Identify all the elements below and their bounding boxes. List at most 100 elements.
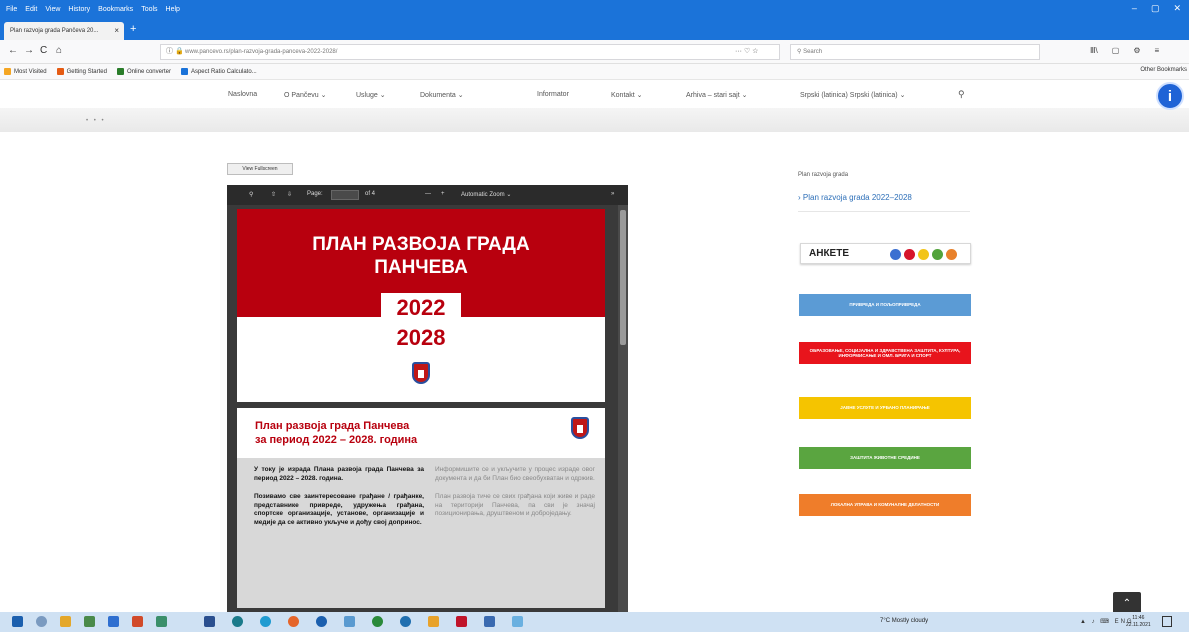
nav-kontakt[interactable]: Kontakt ⌄ bbox=[611, 91, 643, 99]
converter-icon bbox=[116, 68, 124, 75]
survey-button-social[interactable]: ОБРАЗОВАЊЕ, СОЦИЈАЛНА И ЗДРАВСТВЕНА ЗАШТ… bbox=[799, 342, 971, 364]
close-tab-icon[interactable]: × bbox=[114, 26, 119, 35]
survey-button-local-government[interactable]: ЛОКАЛНА УПРАВА И КОМУНАЛНЕ ДЕЛАТНОСТИ bbox=[799, 494, 971, 516]
library-icon[interactable]: Ⅲ\ bbox=[1090, 46, 1098, 55]
menu-file[interactable]: File bbox=[6, 6, 17, 13]
pdf-page-input[interactable] bbox=[331, 190, 359, 200]
app-icon[interactable] bbox=[260, 616, 271, 627]
app-icon[interactable] bbox=[484, 616, 495, 627]
extensions-icon[interactable]: ⚙ bbox=[1133, 46, 1140, 55]
gear-icon bbox=[4, 68, 11, 75]
menu-edit[interactable]: Edit bbox=[25, 6, 37, 13]
coat-of-arms-icon bbox=[412, 362, 430, 384]
page2-right-column: Информишите се и укључите у процес израд… bbox=[435, 466, 595, 529]
app-icon[interactable] bbox=[132, 616, 143, 627]
nav-informator[interactable]: Informator bbox=[537, 91, 569, 98]
bookmarks-bar: Most Visited Getting Started Online conv… bbox=[0, 64, 1189, 80]
app-icon[interactable] bbox=[372, 616, 383, 627]
app-icon[interactable] bbox=[512, 616, 523, 627]
search-placeholder: Search bbox=[803, 49, 823, 55]
forward-icon[interactable]: → bbox=[24, 45, 34, 56]
nav-usluge[interactable]: Usluge ⌄ bbox=[356, 91, 386, 99]
ankete-banner[interactable]: АНКЕТЕ bbox=[800, 243, 971, 264]
page2-title: План развоја града Панчева за период 202… bbox=[255, 419, 555, 447]
nav-arhiva[interactable]: Arhiva – stari sajt ⌄ bbox=[686, 91, 748, 99]
back-icon[interactable]: ← bbox=[8, 45, 18, 56]
other-bookmarks[interactable]: Other Bookmarks bbox=[1140, 67, 1187, 73]
bookmark-online-converter[interactable]: Online converter bbox=[116, 68, 171, 75]
menu-bookmarks[interactable]: Bookmarks bbox=[98, 6, 133, 13]
tab-strip: Plan razvoja grada Pančeva 20... × + bbox=[0, 18, 1189, 40]
app-icon[interactable] bbox=[156, 616, 167, 627]
clock[interactable]: 11:46 22.11.2021 bbox=[1126, 615, 1151, 629]
menu-help[interactable]: Help bbox=[166, 6, 180, 13]
maximize-button[interactable]: ▢ bbox=[1151, 3, 1160, 14]
pdf-zoom-out-icon[interactable]: — bbox=[425, 191, 431, 197]
weather-widget[interactable]: 7°C Mostly cloudy bbox=[880, 618, 928, 624]
menu-view[interactable]: View bbox=[45, 6, 60, 13]
nav-language[interactable]: Srpski (latinica) Srpski (latinica) ⌄ bbox=[800, 91, 905, 99]
tab-title: Plan razvoja grada Pančeva 20... bbox=[10, 28, 99, 34]
pdf-next-page-icon[interactable]: ⇩ bbox=[287, 191, 292, 198]
survey-button-environment[interactable]: ЗАШТИТА ЖИВОТНЕ СРЕДИНЕ bbox=[799, 447, 971, 469]
pdf-prev-page-icon[interactable]: ⇧ bbox=[271, 191, 276, 198]
app-icon[interactable] bbox=[400, 616, 411, 627]
app-icon[interactable] bbox=[232, 616, 243, 627]
hamburger-menu-icon[interactable]: ≡ bbox=[1154, 46, 1159, 55]
app-icon[interactable] bbox=[344, 616, 355, 627]
site-search-icon[interactable]: ⚲ bbox=[958, 89, 965, 100]
nav-naslovna[interactable]: Naslovna bbox=[228, 91, 257, 98]
nav-dokumenta[interactable]: Dokumenta ⌄ bbox=[420, 91, 464, 99]
app-icon[interactable] bbox=[108, 616, 119, 627]
pdf-toolbar: ⚲ ⇧ ⇩ Page: of 4 — + Automatic Zoom ⌄ » bbox=[227, 185, 628, 205]
home-icon[interactable]: ⌂ bbox=[56, 45, 62, 56]
menu-history[interactable]: History bbox=[68, 6, 90, 13]
firefox-icon bbox=[56, 68, 64, 75]
view-fullscreen-button[interactable]: View Fullscreen bbox=[227, 163, 293, 175]
page2-left-paragraph: У току је израда Плана развоја града Пан… bbox=[254, 466, 424, 482]
file-explorer-icon[interactable] bbox=[60, 616, 71, 627]
app-icon[interactable] bbox=[84, 616, 95, 627]
app-icon[interactable] bbox=[428, 616, 439, 627]
survey-button-public-services[interactable]: ЈАВНЕ УСЛУГЕ И УРБАНО ПЛАНИРАЊЕ bbox=[799, 397, 971, 419]
pdf-search-icon[interactable]: ⚲ bbox=[249, 191, 253, 198]
scroll-to-top-button[interactable]: ⌃ bbox=[1113, 592, 1141, 614]
browser-menu-bar: File Edit View History Bookmarks Tools H… bbox=[0, 0, 1189, 18]
cover-title-line2: ПАНЧЕВА bbox=[374, 257, 468, 278]
yellow-dot-icon bbox=[918, 249, 929, 260]
info-icon[interactable]: i bbox=[1156, 82, 1184, 110]
site-info-icon[interactable]: ⓘ 🔒 bbox=[166, 46, 184, 56]
bookmark-label: Aspect Ratio Calculato... bbox=[190, 68, 257, 75]
start-icon[interactable] bbox=[12, 616, 23, 627]
bookmark-most-visited[interactable]: Most Visited bbox=[4, 68, 47, 75]
pdf-scrollbar-thumb[interactable] bbox=[620, 210, 626, 345]
pdf-zoom-select[interactable]: Automatic Zoom ⌄ bbox=[461, 191, 511, 198]
search-input[interactable]: ⚲ Search bbox=[790, 44, 1040, 60]
app-icon[interactable] bbox=[204, 616, 215, 627]
new-tab-button[interactable]: + bbox=[130, 23, 136, 35]
search-icon[interactable] bbox=[36, 616, 47, 627]
close-window-button[interactable]: ✕ bbox=[1173, 3, 1181, 14]
pdf-more-tools-icon[interactable]: » bbox=[611, 191, 614, 197]
survey-button-economy[interactable]: ПРИВРЕДА И ПОЉОПРИВРЕДА bbox=[799, 294, 971, 316]
navigation-bar: ← → C ⌂ www.pancevo.rs/plan-razvoja-grad… bbox=[0, 40, 1189, 64]
pdf-zoom-in-icon[interactable]: + bbox=[441, 191, 445, 197]
tab-plan-razvoja[interactable]: Plan razvoja grada Pančeva 20... × bbox=[4, 22, 124, 40]
reload-icon[interactable]: C bbox=[40, 45, 47, 56]
minimize-button[interactable]: – bbox=[1132, 3, 1137, 14]
firefox-icon[interactable] bbox=[288, 616, 299, 627]
bookmark-getting-started[interactable]: Getting Started bbox=[56, 68, 107, 75]
sidebar-link-plan[interactable]: › Plan razvoja grada 2022–2028 bbox=[798, 193, 912, 202]
page-actions-icon[interactable]: ··· ♡ ☆ bbox=[735, 47, 758, 55]
app-icon[interactable] bbox=[316, 616, 327, 627]
url-input[interactable]: www.pancevo.rs/plan-razvoja-grada-pancev… bbox=[160, 44, 780, 60]
ankete-dots bbox=[890, 249, 957, 260]
page2-right-paragraph: План развоја тиче се свих грађана који ж… bbox=[435, 493, 595, 517]
page2-title-line1: План развоја града Панчева bbox=[255, 420, 410, 432]
app-icon[interactable] bbox=[456, 616, 467, 627]
menu-tools[interactable]: Tools bbox=[141, 6, 157, 13]
bookmark-aspect-ratio[interactable]: Aspect Ratio Calculato... bbox=[180, 68, 257, 75]
notification-icon[interactable] bbox=[1162, 616, 1172, 627]
nav-o-pancevu[interactable]: O Pančevu ⌄ bbox=[284, 91, 326, 99]
sidebar-icon[interactable]: ▢ bbox=[1112, 46, 1120, 55]
